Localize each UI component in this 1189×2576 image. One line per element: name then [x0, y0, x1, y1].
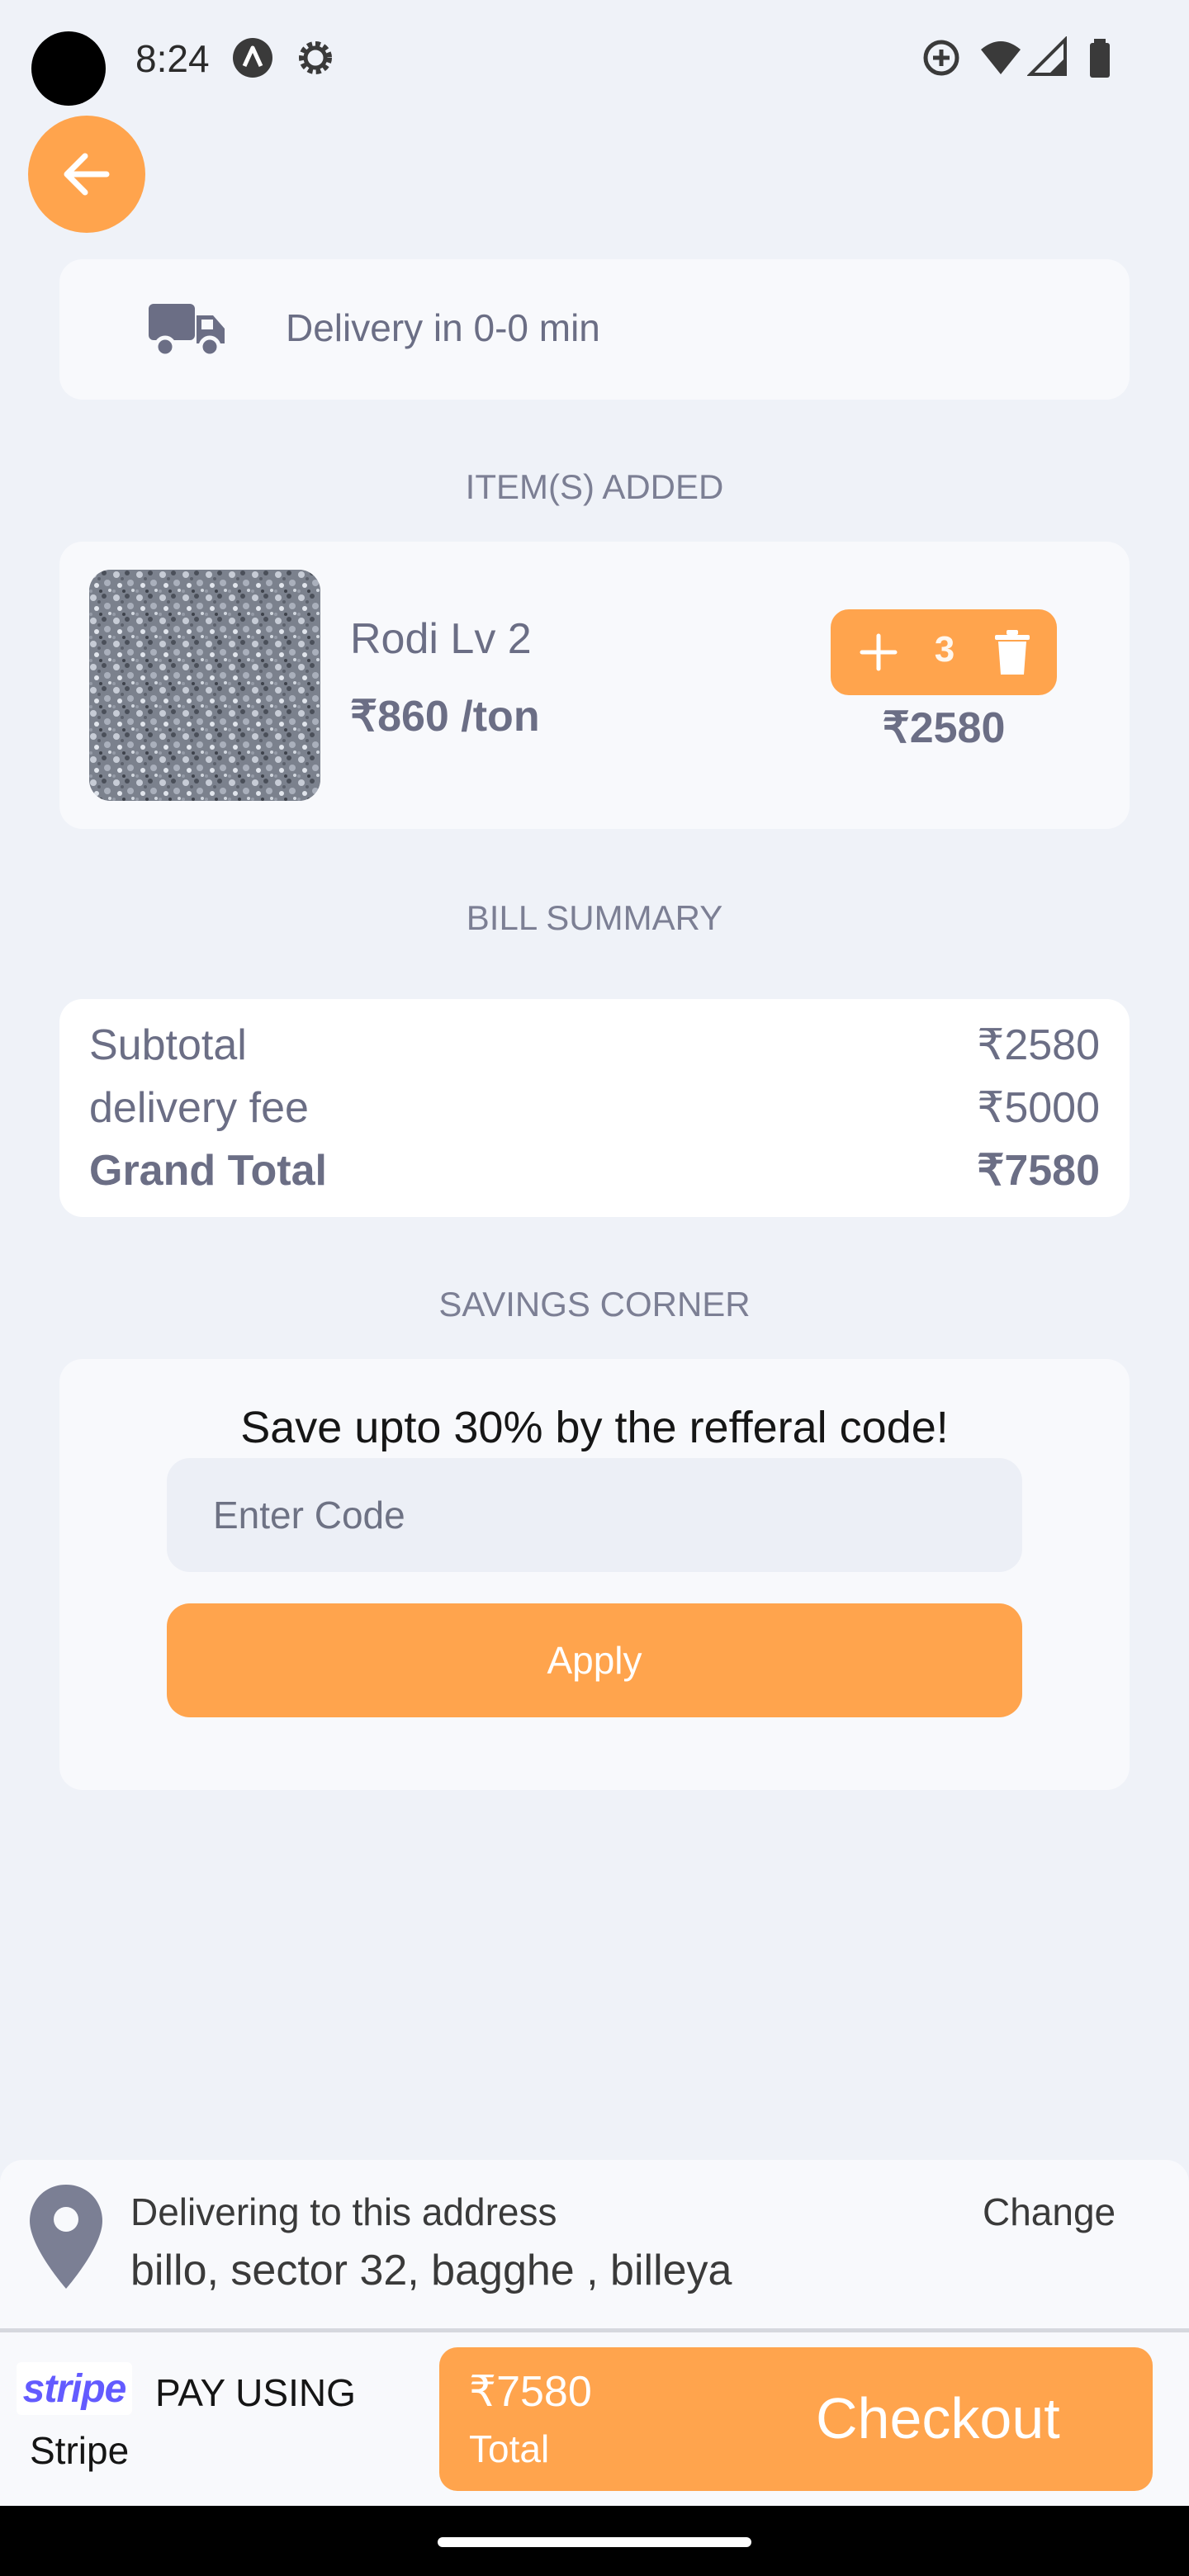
subtotal-row: Subtotal ₹2580 [89, 1020, 1100, 1070]
bill-section-title: BILL SUMMARY [466, 898, 723, 937]
delivery-eta-card: Delivery in 0-0 min [59, 259, 1130, 400]
truck-icon [149, 304, 225, 358]
delivery-eta-text: Delivery in 0-0 min [286, 306, 600, 349]
apply-code-button[interactable]: Apply [167, 1603, 1022, 1717]
settings-gear-icon [299, 41, 332, 74]
checkout-amount: ₹7580 [469, 2368, 592, 2416]
signal-icon [1027, 36, 1067, 76]
quantity-value: 3 [934, 629, 955, 670]
delivery-fee-label: delivery fee [89, 1084, 309, 1132]
increase-quantity-button[interactable] [850, 624, 907, 680]
stripe-logo: stripe [17, 2362, 132, 2415]
camera-cutout [31, 31, 106, 106]
battery-icon [1090, 39, 1110, 78]
delivery-fee-value: ₹5000 [977, 1084, 1100, 1132]
home-gesture-handle[interactable] [438, 2537, 751, 2547]
remove-item-button[interactable] [986, 626, 1039, 679]
location-pin-icon [30, 2185, 102, 2289]
referral-headline: Save upto 30% by the refferal code! [240, 1403, 949, 1452]
payment-provider: Stripe [30, 2429, 130, 2472]
product-image [89, 570, 320, 801]
checkout-total-label: Total [469, 2427, 550, 2470]
address-label: Delivering to this address [130, 2190, 557, 2233]
savings-section-title: SAVINGS CORNER [438, 1285, 751, 1324]
system-nav-bar [0, 2506, 1189, 2576]
data-saver-icon [923, 40, 959, 76]
product-name: Rodi Lv 2 [350, 615, 532, 663]
subtotal-value: ₹2580 [977, 1021, 1100, 1069]
address-value: billo, sector 32, bagghe , billeya [130, 2247, 732, 2294]
quantity-stepper: 3 [831, 609, 1057, 695]
status-bar: 8:24 [0, 0, 1189, 116]
product-unit-price: ₹860 /ton [350, 693, 540, 741]
items-section-title: ITEM(S) ADDED [465, 467, 724, 506]
checkout-label: Checkout [816, 2386, 1060, 2451]
grand-total-label: Grand Total [89, 1147, 327, 1195]
grand-total-row: Grand Total ₹7580 [89, 1146, 1100, 1196]
grand-total-value: ₹7580 [977, 1147, 1100, 1195]
change-address-button[interactable]: Change [983, 2190, 1116, 2234]
back-button[interactable] [28, 116, 145, 233]
pay-using-label: PAY USING [155, 2371, 356, 2414]
cart-item: Rodi Lv 2 ₹860 /ton 3 ₹2580 [59, 542, 1130, 829]
delivery-fee-row: delivery fee ₹5000 [89, 1083, 1100, 1133]
app-a-icon [233, 38, 272, 78]
bill-summary-card: Subtotal ₹2580 delivery fee ₹5000 Grand … [59, 999, 1130, 1217]
item-total-price: ₹2580 [882, 704, 1006, 752]
savings-card: Save upto 30% by the refferal code! Appl… [59, 1359, 1130, 1790]
payment-bar: stripe PAY USING Stripe ₹7580 Total Chec… [0, 2332, 1189, 2506]
trash-icon [995, 630, 1030, 675]
wifi-icon [981, 41, 1021, 74]
plus-icon [860, 633, 898, 671]
checkout-button[interactable]: ₹7580 Total Checkout [439, 2347, 1153, 2491]
referral-code-input[interactable] [167, 1458, 1022, 1572]
status-time: 8:24 [135, 37, 210, 80]
delivery-address-bar: Delivering to this address billo, sector… [0, 2160, 1189, 2328]
arrow-left-icon [64, 153, 110, 196]
subtotal-label: Subtotal [89, 1021, 247, 1069]
